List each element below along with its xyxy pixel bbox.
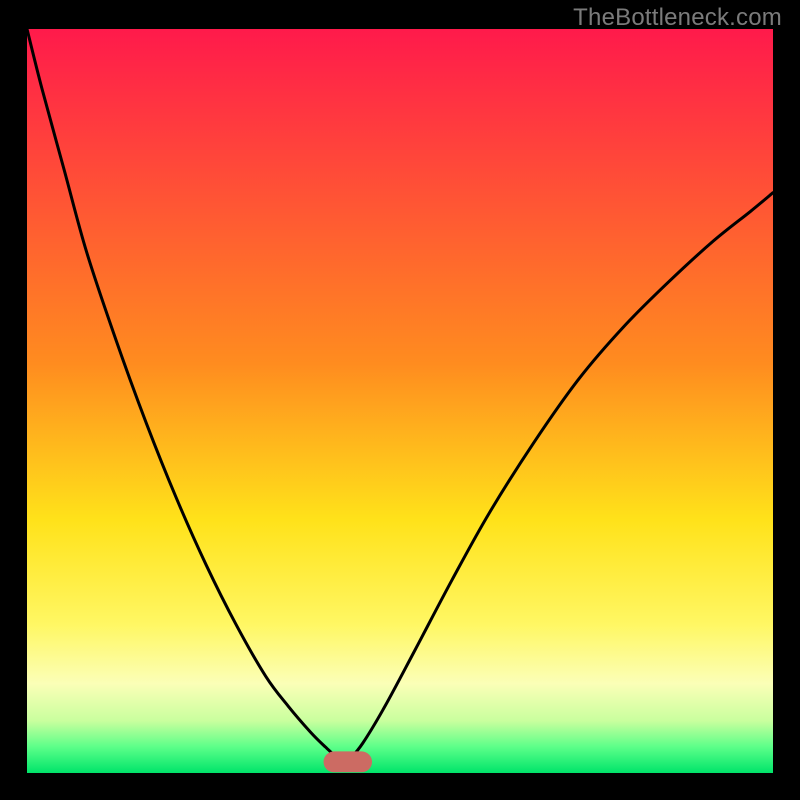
watermark-text: TheBottleneck.com (573, 4, 782, 32)
chart-svg (0, 0, 800, 800)
chart-canvas: TheBottleneck.com (0, 0, 800, 800)
optimum-marker (324, 751, 372, 772)
